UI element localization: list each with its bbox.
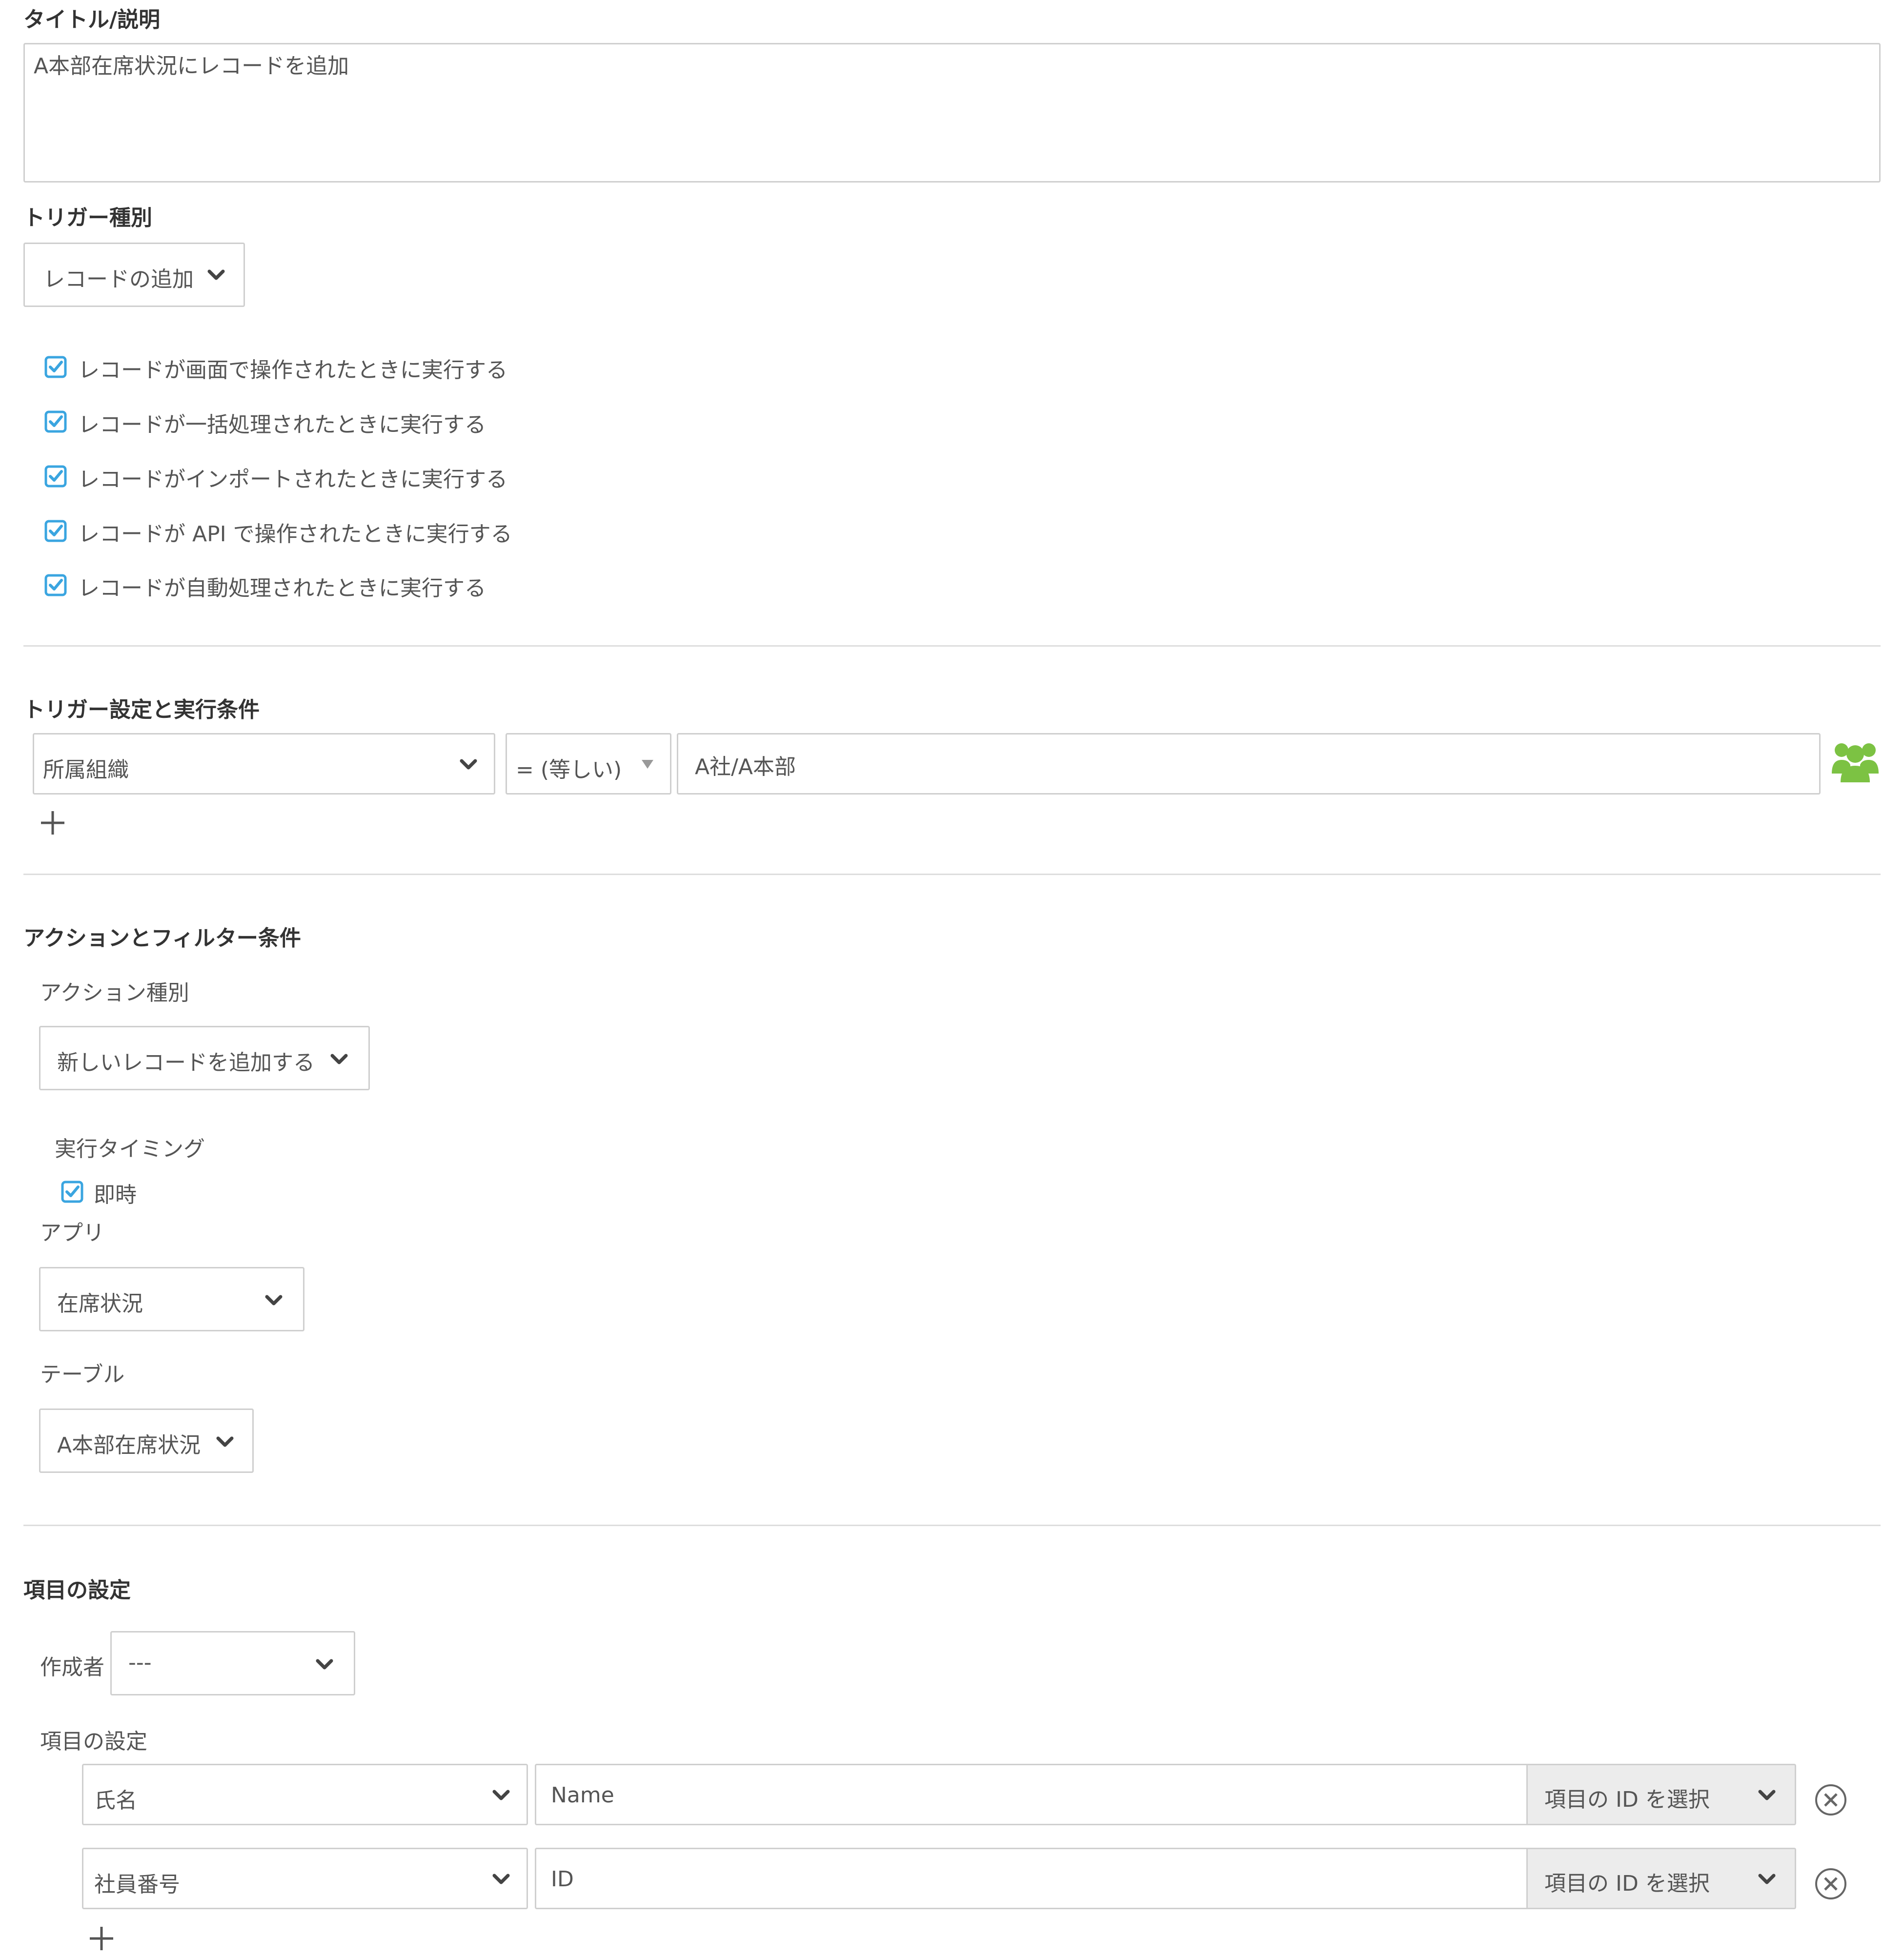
action-type-label: アクション種別 [40,980,189,1005]
trigger-conditions-label: トリガー設定と実行条件 [23,697,260,722]
checkbox-checked-icon[interactable] [44,355,67,379]
add-field-plus-icon[interactable] [88,1925,115,1952]
field-id-select-label: 項目の ID を選択 [1544,1787,1710,1812]
field-value-input[interactable]: ID [535,1848,1528,1909]
table-select[interactable]: A本部在席状況 [39,1408,254,1473]
trigger-option-label: レコードが一括処理されたときに実行する [78,412,486,437]
field-id-select[interactable]: 項目の ID を選択 [1528,1848,1796,1909]
creator-select[interactable]: --- [110,1631,355,1695]
field-id-select-label: 項目の ID を選択 [1544,1871,1710,1896]
app-value: 在席状況 [57,1291,143,1316]
chevron-down-icon [330,1054,348,1064]
field-select[interactable]: 社員番号 [82,1848,528,1909]
title-textarea-value: A本部在席状況にレコードを追加 [34,54,349,79]
condition-value-input[interactable]: A社/A本部 [677,733,1821,795]
chevron-down-icon [1758,1790,1776,1800]
field-settings-sub-label: 項目の設定 [40,1729,147,1754]
field-id-select[interactable]: 項目の ID を選択 [1528,1764,1796,1825]
field-select-value: 社員番号 [94,1872,180,1897]
field-settings-label: 項目の設定 [23,1578,131,1603]
checkbox-checked-icon[interactable] [44,410,67,433]
chevron-down-icon [265,1295,283,1306]
app-label: アプリ [40,1221,104,1245]
condition-field-select[interactable]: 所属組織 [33,733,495,795]
checkbox-checked-icon[interactable] [44,573,67,597]
trigger-option-label: レコードが自動処理されたときに実行する [78,576,486,601]
field-select[interactable]: 氏名 [82,1764,528,1825]
creator-label: 作成者 [40,1655,104,1680]
users-group-icon[interactable] [1831,739,1880,784]
action-section-label: アクションとフィルター条件 [23,926,301,951]
chevron-down-icon [1758,1874,1776,1884]
creator-value: --- [128,1650,152,1675]
section-divider [23,1525,1881,1526]
trigger-type-label: トリガー種別 [23,205,152,230]
condition-value-text: A社/A本部 [695,755,796,779]
chevron-down-icon [316,1659,333,1670]
remove-circle-icon[interactable] [1813,1782,1848,1817]
checkbox-checked-icon[interactable] [44,519,67,543]
caret-down-icon [642,760,653,769]
checkbox-checked-icon[interactable] [61,1180,84,1204]
timing-label: 実行タイミング [55,1137,205,1162]
condition-field-value: 所属組織 [43,757,129,782]
app-select[interactable]: 在席状況 [39,1267,304,1331]
timing-option-label: 即時 [94,1183,137,1207]
chevron-down-icon [492,1874,510,1884]
add-condition-plus-icon[interactable] [39,809,66,837]
table-label: テーブル [40,1362,125,1387]
trigger-option-label: レコードが画面で操作されたときに実行する [78,358,507,383]
section-divider [23,645,1881,647]
remove-circle-icon[interactable] [1813,1866,1848,1901]
field-value-input[interactable]: Name [535,1764,1528,1825]
trigger-option-label: レコードが API で操作されたときに実行する [78,522,512,547]
checkbox-checked-icon[interactable] [44,465,67,488]
chevron-down-icon [492,1790,510,1800]
trigger-type-value: レコードの追加 [43,267,194,292]
condition-operator-value: = (等しい) [516,757,622,782]
chevron-down-icon [207,269,225,280]
section-divider [23,874,1881,875]
field-select-value: 氏名 [94,1788,137,1813]
field-value-text: Name [551,1783,614,1808]
trigger-type-select[interactable]: レコードの追加 [23,243,245,307]
chevron-down-icon [460,759,477,770]
action-type-value: 新しいレコードを追加する [57,1050,315,1075]
table-value: A本部在席状況 [57,1433,201,1458]
condition-operator-select[interactable]: = (等しい) [506,733,671,795]
field-value-text: ID [551,1867,574,1892]
title-textarea[interactable]: A本部在席状況にレコードを追加 [23,43,1881,183]
trigger-option-label: レコードがインポートされたときに実行する [78,467,507,492]
title-section-label: タイトル/説明 [23,7,161,32]
action-type-select[interactable]: 新しいレコードを追加する [39,1026,370,1090]
chevron-down-icon [216,1436,234,1447]
